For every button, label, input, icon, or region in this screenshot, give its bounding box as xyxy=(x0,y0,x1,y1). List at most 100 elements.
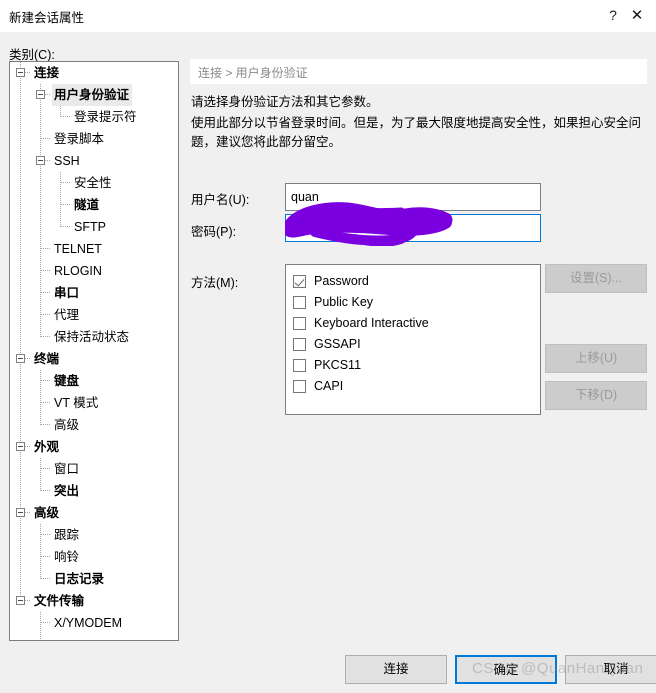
tree-item-label: 登录提示符 xyxy=(74,110,137,124)
tree-collapse-icon[interactable] xyxy=(36,156,45,165)
tree-item-label: 高级 xyxy=(34,506,60,520)
category-tree[interactable]: 连接 用户身份验证登录提示符登录脚本 SSH 安全性 隧道 SFTP TELNET RLOGI… xyxy=(9,61,179,641)
tree-guide-line xyxy=(41,248,51,249)
tree-guide-line xyxy=(41,468,51,469)
tree-guide-line xyxy=(40,106,41,128)
tree-guide-line xyxy=(40,546,41,568)
tree-collapse-icon[interactable] xyxy=(36,90,45,99)
tree-item-label: 登录脚本 xyxy=(54,132,105,146)
tree-guide-line xyxy=(41,314,51,315)
tree-item-label: X/YMODEM xyxy=(54,616,123,630)
checkbox-icon[interactable] xyxy=(293,317,306,330)
connect-button[interactable]: 连接 xyxy=(345,655,447,684)
tree-item-10[interactable]: 串口 xyxy=(10,282,178,304)
tree-item-2[interactable]: 登录提示符 xyxy=(10,106,178,128)
tree-item-24[interactable]: 文件传输 xyxy=(10,590,178,612)
tree-guide-line xyxy=(40,370,41,392)
tree-item-11[interactable]: 代理 xyxy=(10,304,178,326)
move-up-button[interactable]: 上移(U) xyxy=(545,344,647,373)
method-item-5[interactable]: CAPI xyxy=(293,376,540,397)
tree-guide-line xyxy=(41,534,51,535)
tree-guide-line xyxy=(40,282,41,304)
tree-item-19[interactable]: 突出 xyxy=(10,480,178,502)
tree-item-15[interactable]: VT 模式 xyxy=(10,392,178,414)
tree-guide-line xyxy=(40,194,41,216)
checkbox-icon[interactable] xyxy=(293,296,306,309)
description-line-1: 请选择身份验证方法和其它参数。 xyxy=(191,95,379,109)
method-item-2[interactable]: Keyboard Interactive xyxy=(293,313,540,334)
tree-guide-line xyxy=(40,128,41,150)
tree-item-26[interactable]: ZMODEM xyxy=(10,634,178,640)
tree-item-16[interactable]: 高级 xyxy=(10,414,178,436)
tree-item-5[interactable]: 安全性 xyxy=(10,172,178,194)
method-item-3[interactable]: GSSAPI xyxy=(293,334,540,355)
tree-guide-line xyxy=(41,336,51,337)
checkbox-icon[interactable] xyxy=(293,338,306,351)
tree-guide-line xyxy=(20,392,21,414)
tree-item-20[interactable]: 高级 xyxy=(10,502,178,524)
method-item-label: Password xyxy=(314,274,369,288)
tree-item-4[interactable]: SSH xyxy=(10,150,178,172)
tree-item-label: 终端 xyxy=(34,352,60,366)
tree-guide-line xyxy=(41,556,51,557)
cancel-button[interactable]: 取消 xyxy=(565,655,656,684)
tree-collapse-icon[interactable] xyxy=(16,508,25,517)
tree-item-label: 高级 xyxy=(54,418,80,432)
tree-item-6[interactable]: 隧道 xyxy=(10,194,178,216)
method-list[interactable]: Password Public Key Keyboard Interactive GS… xyxy=(285,264,541,415)
tree-collapse-icon[interactable] xyxy=(16,68,25,77)
tree-item-25[interactable]: X/YMODEM xyxy=(10,612,178,634)
close-icon[interactable]: ✕ xyxy=(620,0,654,31)
tree-guide-line xyxy=(61,226,71,227)
move-down-button[interactable]: 下移(D) xyxy=(545,381,647,410)
tree-guide-line xyxy=(20,414,21,436)
ok-button[interactable]: 确定 xyxy=(455,655,557,684)
tree-item-14[interactable]: 键盘 xyxy=(10,370,178,392)
username-input[interactable] xyxy=(285,183,541,211)
tree-item-label: 保持活动状态 xyxy=(54,330,130,344)
tree-guide-line xyxy=(40,172,41,194)
breadcrumb: 连接 > 用户身份验证 xyxy=(198,66,308,80)
checkbox-icon[interactable] xyxy=(293,380,306,393)
tree-guide-line xyxy=(61,204,71,205)
tree-item-8[interactable]: TELNET xyxy=(10,238,178,260)
tree-collapse-icon[interactable] xyxy=(16,442,25,451)
method-item-4[interactable]: PKCS11 xyxy=(293,355,540,376)
tree-item-3[interactable]: 登录脚本 xyxy=(10,128,178,150)
tree-guide-line xyxy=(20,546,21,568)
checkbox-checked-icon[interactable] xyxy=(293,275,306,288)
tree-item-21[interactable]: 跟踪 xyxy=(10,524,178,546)
tree-item-23[interactable]: 日志记录 xyxy=(10,568,178,590)
tree-guide-line xyxy=(41,270,51,271)
tree-guide-line xyxy=(40,458,41,480)
breadcrumb-bar: 连接 > 用户身份验证 xyxy=(190,59,647,84)
tree-guide-line xyxy=(61,116,71,117)
settings-button[interactable]: 设置(S)... xyxy=(545,264,647,293)
tree-guide-line xyxy=(20,568,21,590)
tree-item-0[interactable]: 连接 xyxy=(10,62,178,84)
method-item-0[interactable]: Password xyxy=(293,271,540,292)
tree-item-9[interactable]: RLOGIN xyxy=(10,260,178,282)
checkbox-icon[interactable] xyxy=(293,359,306,372)
tree-guide-line xyxy=(41,490,51,491)
method-item-1[interactable]: Public Key xyxy=(293,292,540,313)
tree-item-12[interactable]: 保持活动状态 xyxy=(10,326,178,348)
username-label: 用户名(U): xyxy=(191,193,250,207)
tree-guide-line xyxy=(20,282,21,304)
tree-guide-line xyxy=(20,84,21,106)
method-item-label: GSSAPI xyxy=(314,337,361,351)
tree-collapse-icon[interactable] xyxy=(16,596,25,605)
tree-guide-line xyxy=(20,194,21,216)
tree-item-22[interactable]: 响铃 xyxy=(10,546,178,568)
tree-guide-line xyxy=(20,172,21,194)
tree-item-17[interactable]: 外观 xyxy=(10,436,178,458)
tree-item-1[interactable]: 用户身份验证 xyxy=(10,84,178,106)
tree-item-13[interactable]: 终端 xyxy=(10,348,178,370)
tree-item-label: 响铃 xyxy=(54,550,80,564)
tree-collapse-icon[interactable] xyxy=(16,354,25,363)
tree-item-18[interactable]: 窗口 xyxy=(10,458,178,480)
tree-guide-line xyxy=(20,304,21,326)
tree-guide-line xyxy=(41,622,51,623)
password-input[interactable] xyxy=(285,214,541,242)
tree-item-7[interactable]: SFTP xyxy=(10,216,178,238)
